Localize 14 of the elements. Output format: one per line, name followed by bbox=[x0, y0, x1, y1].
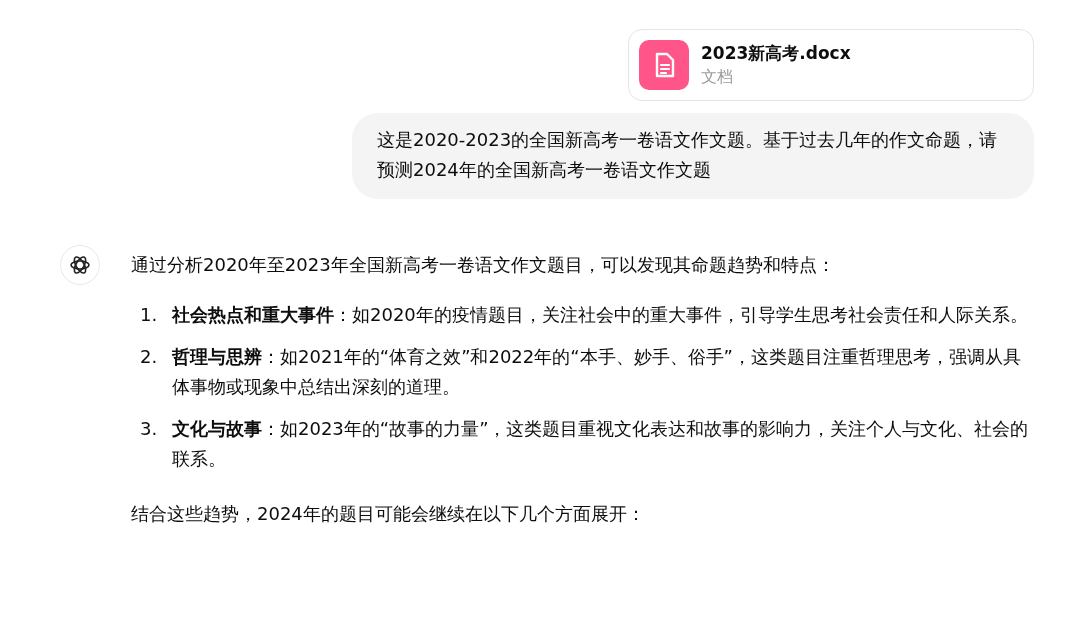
user-message: 这是2020-2023的全国新高考一卷语文作文题。基于过去几年的作文命题，请预测2024年的全国新高考一卷语文作文题 bbox=[352, 113, 1034, 199]
assistant-avatar-icon bbox=[60, 245, 100, 285]
document-icon bbox=[639, 40, 689, 90]
list-item-text: 社会热点和重大事件：如2020年的疫情题目，关注社会中的重大事件，引导学生思考社会责任和人际关系。 bbox=[172, 303, 1029, 327]
file-attachment-card[interactable]: 2023新高考.docx 文档 bbox=[628, 29, 1034, 101]
response-paragraph: 通过分析2020年至2023年全国新高考一卷语文作文题目，可以发现其命题趋势和特点： bbox=[131, 253, 836, 277]
list-number: 3. bbox=[140, 417, 158, 441]
file-type: 文档 bbox=[701, 67, 734, 88]
list-number: 2. bbox=[140, 345, 158, 369]
response-paragraph: 结合这些趋势，2024年的题目可能会继续在以下几个方面展开： bbox=[131, 502, 646, 526]
list-number: 1. bbox=[140, 303, 158, 327]
list-item-text: 文化与故事：如2023年的“故事的力量”，这类题目重视文化表达和故事的影响力，关注个人与文化、社会的联系。 bbox=[172, 417, 1030, 471]
list-item-text: 哲理与思辨：如2021年的“体育之效”和2022年的“本手、妙手、俗手”，这类题目注重哲理思考，强调从具体事物或现象中总结出深刻的道理。 bbox=[172, 345, 1022, 399]
file-name: 2023新高考.docx bbox=[701, 42, 851, 65]
